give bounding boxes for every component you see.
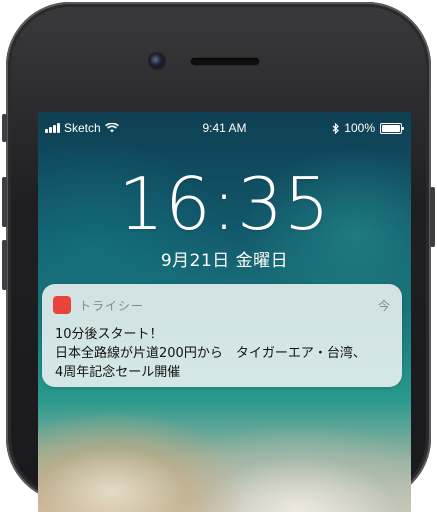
lock-screen: Sketch 9:41 AM 100% 16:35 9月21日 金曜日 トライシ…: [38, 112, 411, 512]
notification-header: トライシー 今: [53, 294, 390, 316]
power-button[interactable]: [430, 187, 435, 247]
battery-percent: 100%: [344, 121, 375, 135]
notification-line: 日本全路線が片道200円から タイガーエア・台湾、: [55, 346, 366, 361]
lock-date: 9月21日 金曜日: [160, 251, 289, 271]
status-right: 100%: [332, 121, 404, 135]
notification-body: 10分後スタート！ 日本全路線が片道200円から タイガーエア・台湾、 4周年記…: [55, 325, 390, 382]
battery-icon: [380, 122, 404, 134]
status-bar: Sketch 9:41 AM 100%: [38, 112, 411, 142]
notification-time: 今: [377, 298, 390, 313]
notification-app-name: トライシー: [79, 298, 145, 313]
lock-clock: 16:35: [118, 162, 331, 246]
phone-frame: Sketch 9:41 AM 100% 16:35 9月21日 金曜日 トライシ…: [2, 2, 435, 512]
front-camera: [150, 54, 164, 68]
volume-up-button[interactable]: [2, 177, 7, 227]
bluetooth-icon: [332, 122, 340, 134]
app-icon: [53, 296, 71, 314]
earpiece-speaker: [191, 58, 259, 65]
notification-line: 4周年記念セール開催: [55, 365, 181, 380]
mute-switch: [2, 114, 7, 142]
volume-down-button[interactable]: [2, 240, 7, 290]
notification-card[interactable]: トライシー 今 10分後スタート！ 日本全路線が片道200円から タイガーエア・…: [42, 284, 402, 387]
notification-title: 10分後スタート！: [55, 327, 163, 342]
